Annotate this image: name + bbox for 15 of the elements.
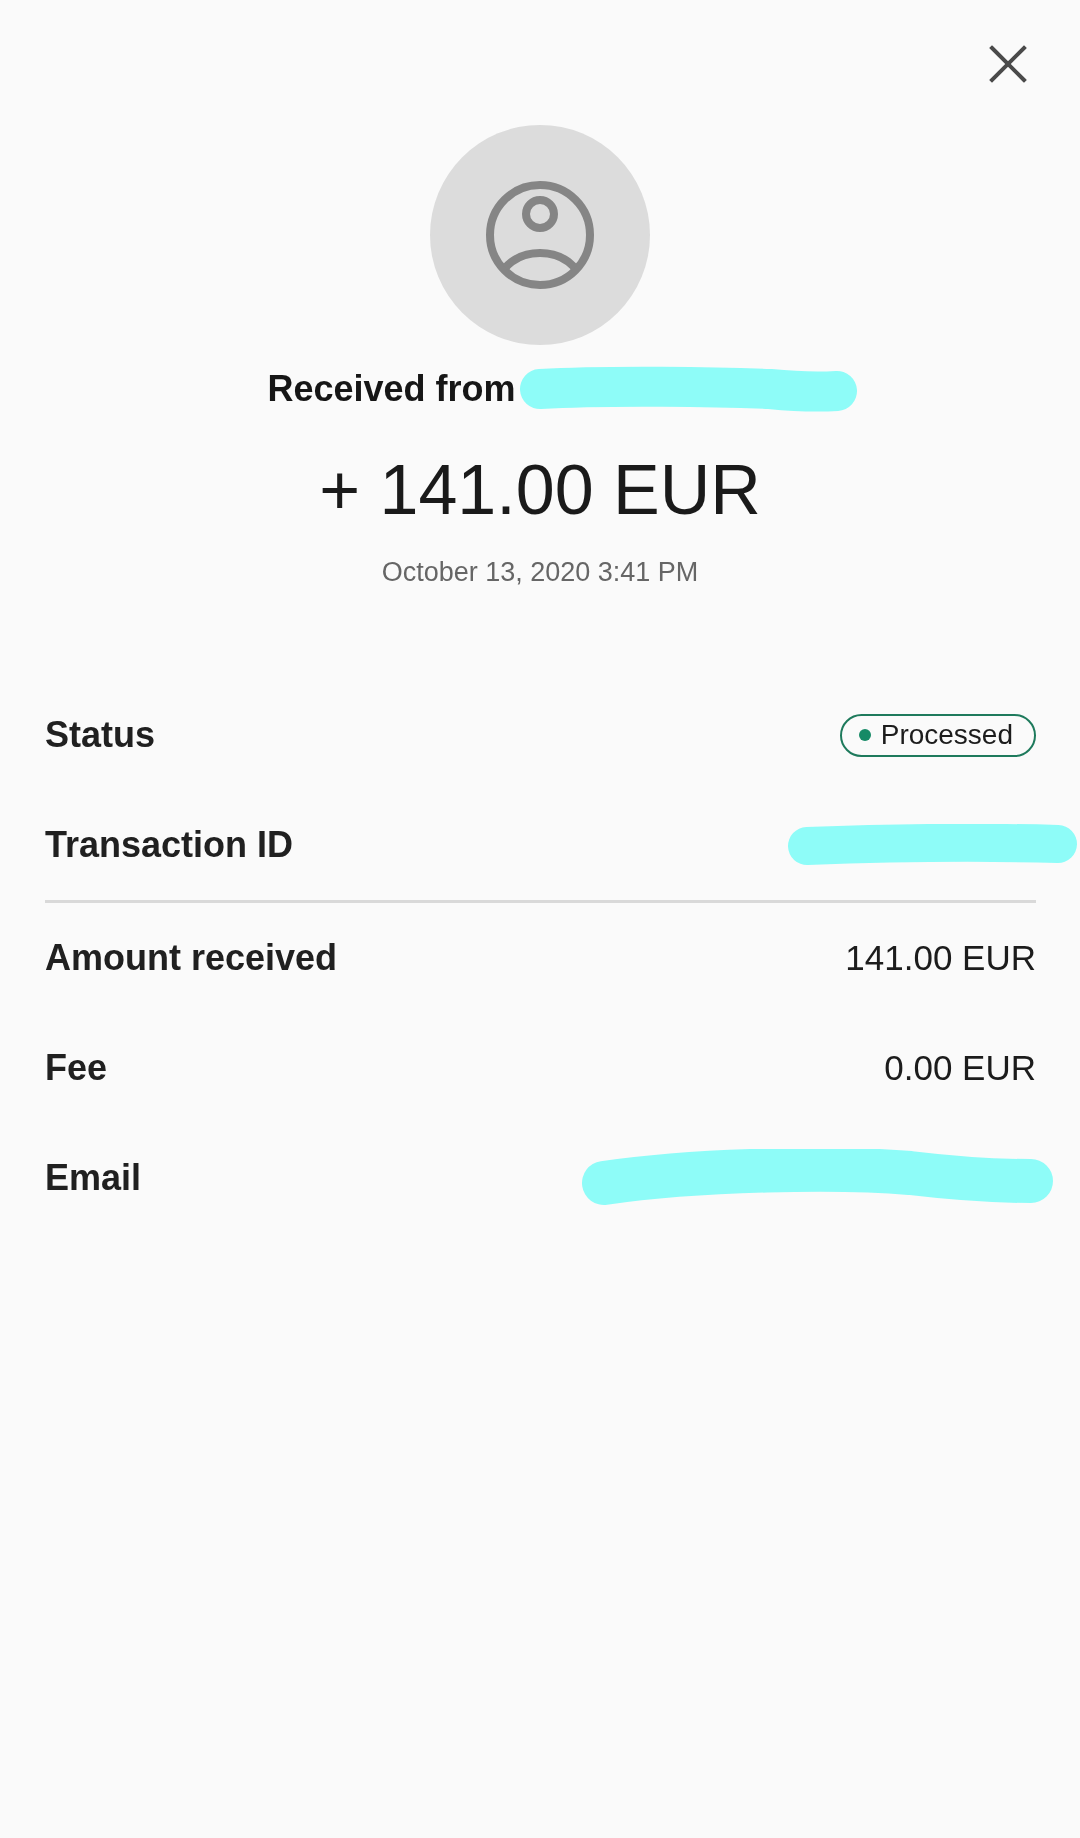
detail-value: 0.00 EUR bbox=[884, 1048, 1036, 1088]
detail-label: Email bbox=[45, 1157, 142, 1199]
close-button[interactable] bbox=[988, 44, 1028, 84]
status-badge: Processed bbox=[839, 713, 1036, 757]
detail-value: 141.00 EUR bbox=[845, 938, 1036, 978]
date-text: October 13, 2020 3:41 PM bbox=[381, 556, 699, 589]
avatar-icon bbox=[430, 125, 650, 345]
detail-label: Amount received bbox=[45, 937, 338, 979]
status-dot-icon bbox=[858, 729, 871, 741]
transaction-title: Received from bbox=[267, 368, 516, 410]
detail-label: Fee bbox=[45, 1047, 108, 1089]
amount-text: + 141.00 EUR bbox=[319, 450, 761, 531]
detail-label: Status bbox=[45, 714, 156, 756]
detail-label: Transaction ID bbox=[45, 824, 294, 866]
close-icon bbox=[989, 45, 1027, 83]
